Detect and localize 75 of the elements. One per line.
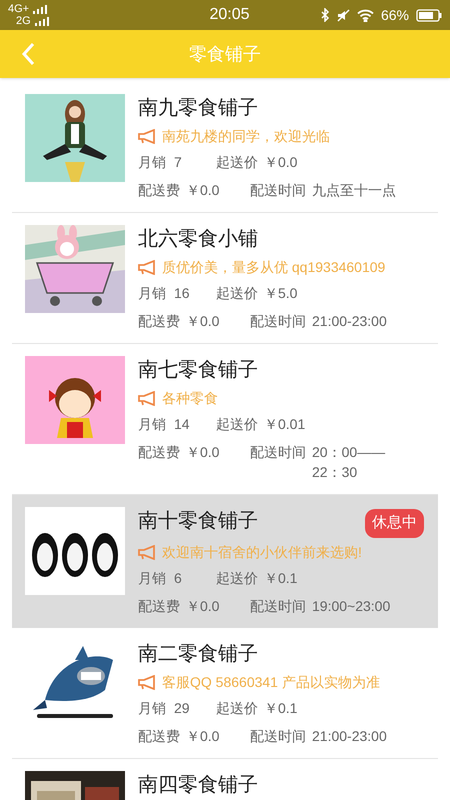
delivery-time-label: 配送时间: [250, 596, 306, 616]
shop-card[interactable]: 南七零食铺子 各种零食 月销 14 起送价 ￥0.01 配送费 ￥0.0 配送时间 20：00——22：30: [12, 344, 438, 495]
delivery-fee-label: 配送费: [138, 596, 180, 616]
min-order-label: 起送价: [216, 415, 258, 434]
shop-notice: 质优价美，量多从优 qq1933460109: [162, 258, 386, 277]
delivery-fee-value: ￥0.0: [186, 181, 220, 200]
network-label: 2G: [16, 15, 31, 27]
min-order-value: ￥0.0: [264, 153, 298, 172]
delivery-time-label: 配送时间: [250, 181, 306, 200]
wifi-icon: [356, 8, 374, 22]
min-order-value: ￥0.1: [264, 698, 298, 718]
shop-notice: 欢迎南十宿舍的小伙伴前来选购!: [162, 542, 362, 562]
megaphone-icon: [138, 129, 156, 144]
sales-value: 29: [174, 698, 190, 718]
delivery-time-label: 配送时间: [250, 443, 306, 462]
sales-label: 月销: [138, 153, 166, 172]
delivery-time-value: 21:00-23:00: [312, 312, 388, 331]
megaphone-icon: [138, 260, 156, 275]
page-title: 零食铺子: [189, 42, 261, 66]
shop-card[interactable]: 南二零食铺子 客服QQ 58660341 产品以实物为准 月销 29 起送价 ￥0.1 配送费 ￥0.0 配送时间 21:00-23:00: [12, 628, 438, 758]
sales-value: 14: [174, 415, 190, 434]
delivery-fee-label: 配送费: [138, 312, 180, 331]
min-order-label: 起送价: [216, 698, 258, 718]
delivery-fee-label: 配送费: [138, 726, 180, 746]
shop-card[interactable]: 南十零食铺子 休息中 欢迎南十宿舍的小伙伴前来选购! 月销 6 起送价 ￥0.1 配送费 ￥0.0 配送时间 19:00~23:00: [12, 495, 438, 628]
sales-value: 16: [174, 284, 190, 303]
min-order-label: 起送价: [216, 153, 258, 172]
delivery-fee-value: ￥0.0: [186, 312, 220, 331]
muted-speaker-icon: [336, 8, 350, 22]
delivery-time-value: 19:00~23:00: [312, 596, 392, 616]
min-order-label: 起送价: [216, 284, 258, 303]
delivery-fee-label: 配送费: [138, 181, 180, 200]
sales-label: 月销: [138, 284, 166, 303]
delivery-fee-value: ￥0.0: [186, 596, 220, 616]
delivery-time-label: 配送时间: [250, 726, 306, 746]
battery-percent: 66%: [380, 6, 409, 24]
megaphone-icon: [138, 391, 156, 406]
shop-card[interactable]: 南九零食铺子 南苑九楼的同学，欢迎光临 月销 7 起送价 ￥0.0 配送费 ￥0.0 配送时间 九点至十一点: [12, 82, 438, 213]
shop-name: 南二零食铺子: [138, 642, 258, 666]
min-order-value: ￥5.0: [264, 284, 298, 303]
shop-card[interactable]: 南四零食铺子: [12, 758, 438, 800]
shop-name: 南十零食铺子: [138, 509, 258, 534]
delivery-time-value: 21:00-23:00: [312, 726, 388, 746]
delivery-time-label: 配送时间: [250, 312, 306, 331]
sales-value: 6: [174, 568, 182, 588]
status-badge: 休息中: [365, 509, 424, 538]
shop-notice: 客服QQ 58660341 产品以实物为准: [162, 672, 380, 692]
battery-icon: [416, 8, 442, 22]
min-order-label: 起送价: [216, 568, 258, 588]
chevron-left-icon: [21, 42, 35, 66]
sales-label: 月销: [138, 698, 166, 718]
signal-icon: [33, 4, 48, 14]
sales-value: 7: [174, 153, 182, 172]
megaphone-icon: [138, 544, 156, 560]
shop-name: 南七零食铺子: [138, 358, 258, 383]
shop-name: 南四零食铺子: [138, 772, 258, 798]
shop-name: 北六零食小铺: [138, 227, 258, 252]
delivery-fee-value: ￥0.0: [186, 443, 220, 462]
clock-text: 20:05: [208, 5, 250, 25]
sales-label: 月销: [138, 415, 166, 434]
shop-card[interactable]: 北六零食小铺 质优价美，量多从优 qq1933460109 月销 16 起送价 ￥5.0 配送费 ￥0.0 配送时间 21:00-23:00: [12, 213, 438, 344]
delivery-fee-value: ￥0.0: [186, 726, 220, 746]
delivery-fee-label: 配送费: [138, 443, 180, 462]
bluetooth-icon: [320, 8, 330, 22]
megaphone-icon: [138, 674, 156, 690]
delivery-time-value: 九点至十一点: [312, 181, 397, 200]
delivery-time-value: 20：00——22：30: [312, 443, 386, 482]
network-label: 4G+: [8, 3, 30, 15]
min-order-value: ￥0.1: [264, 568, 298, 588]
shop-notice: 各种零食: [162, 389, 218, 408]
min-order-value: ￥0.01: [264, 415, 306, 434]
sales-label: 月销: [138, 568, 166, 588]
signal-icon: [34, 16, 49, 26]
shop-name: 南九零食铺子: [138, 96, 258, 121]
shop-notice: 南苑九楼的同学，欢迎光临: [162, 127, 330, 146]
